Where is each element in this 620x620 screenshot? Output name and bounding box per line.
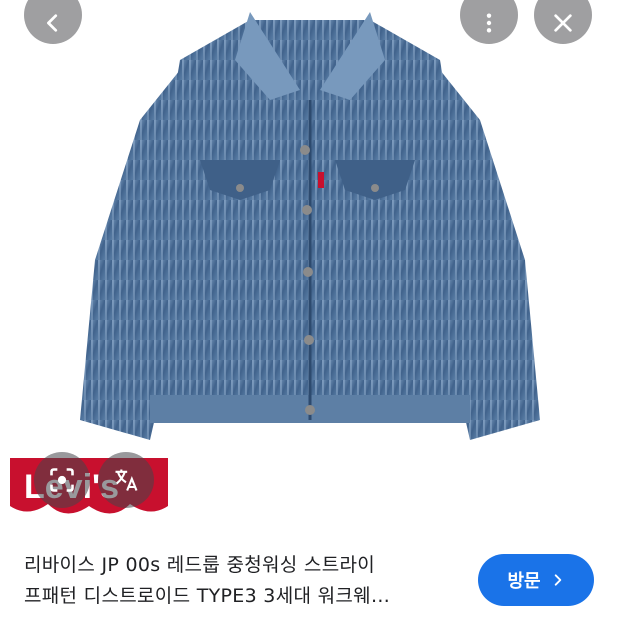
product-title-line1: 리바이스 JP 00s 레드룹 중청워싱 스트라이 xyxy=(24,554,376,576)
result-caption-bar: 리바이스 JP 00s 레드룹 중청워싱 스트라이 프패턴 디스트로이드 TYP… xyxy=(0,532,620,620)
lens-search-icon xyxy=(50,468,74,492)
translate-button[interactable] xyxy=(98,452,154,508)
more-vert-icon xyxy=(486,13,492,33)
close-icon xyxy=(554,14,572,32)
denim-jacket-image: Levi's xyxy=(10,12,540,514)
chevron-right-icon xyxy=(554,574,561,586)
translate-icon xyxy=(115,469,138,491)
visit-button-label: 방문 xyxy=(507,571,541,592)
visit-button[interactable]: 방문 xyxy=(478,554,594,606)
product-title-line2: 프패턴 디스트로이드 TYPE3 3세대 워크웨… xyxy=(24,585,391,607)
lens-search-button[interactable] xyxy=(34,452,90,508)
chevron-left-icon xyxy=(47,14,58,32)
product-title[interactable]: 리바이스 JP 00s 레드룹 중청워싱 스트라이 프패턴 디스트로이드 TYP… xyxy=(24,550,454,612)
product-image-area: Levi's xyxy=(0,0,620,532)
